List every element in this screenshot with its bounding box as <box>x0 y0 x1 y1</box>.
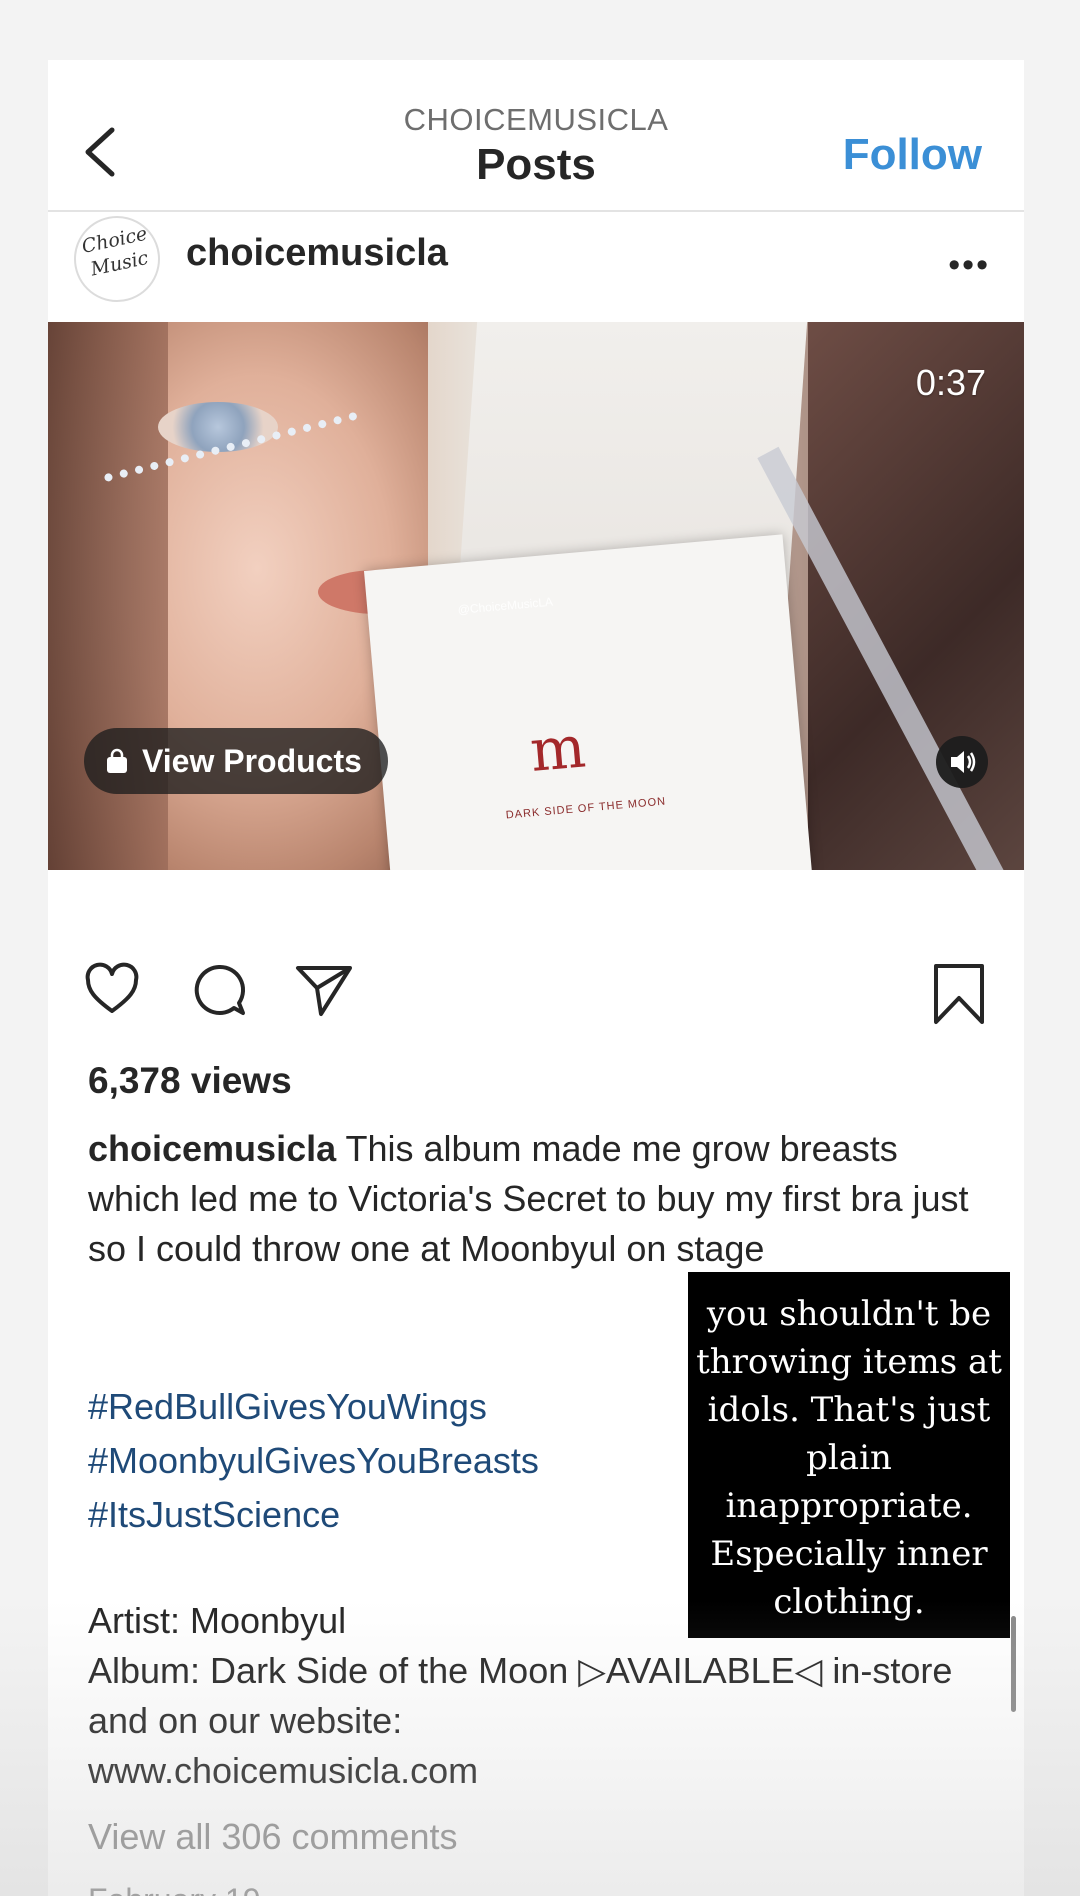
hashtag-link[interactable]: #MoonbyulGivesYouBreasts <box>88 1434 539 1488</box>
top-bar: CHOICEMUSICLA Posts Follow <box>48 60 1024 212</box>
album-subtitle: DARK SIDE OF THE MOON <box>505 795 667 822</box>
view-products-button[interactable]: View Products <box>84 728 388 794</box>
view-comments-link[interactable]: View all 306 comments <box>88 1816 458 1858</box>
scrollbar[interactable] <box>1011 1616 1016 1712</box>
share-send-icon[interactable] <box>294 962 354 1018</box>
view-count: 6,378 views <box>88 1060 292 1101</box>
view-products-label: View Products <box>142 742 362 779</box>
hashtag-link[interactable]: #RedBullGivesYouWings <box>88 1380 539 1434</box>
avatar[interactable]: Choice Music <box>74 216 160 302</box>
shopping-bag-icon <box>107 748 127 773</box>
post-date: February 19 <box>88 1882 261 1896</box>
more-options-icon[interactable]: ••• <box>948 246 990 285</box>
hashtag-link[interactable]: #ItsJustScience <box>88 1488 539 1542</box>
website-link[interactable]: www.choicemusicla.com <box>88 1746 988 1796</box>
like-heart-icon[interactable] <box>84 962 140 1018</box>
album-watermark: @ChoiceMusicLA <box>457 594 554 617</box>
hashtag-list: #RedBullGivesYouWings #MoonbyulGivesYouB… <box>88 1380 539 1542</box>
caption-username[interactable]: choicemusicla <box>88 1128 336 1169</box>
album-logo: m <box>527 712 589 786</box>
video-player[interactable]: @ChoiceMusicLA m DARK SIDE OF THE MOON 0… <box>48 322 1024 870</box>
story-text-overlay: you shouldn't be throwing items at idols… <box>688 1272 1010 1638</box>
instagram-screen: CHOICEMUSICLA Posts Follow Choice Music … <box>48 60 1024 1896</box>
avatar-logo: Choice Music <box>79 222 151 281</box>
sound-on-icon[interactable] <box>936 736 988 788</box>
follow-button[interactable]: Follow <box>843 130 982 180</box>
bookmark-save-icon[interactable] <box>930 962 988 1026</box>
comment-icon[interactable] <box>190 962 248 1020</box>
post-caption: choicemusicla This album made me grow br… <box>88 1124 988 1274</box>
video-duration: 0:37 <box>915 362 986 403</box>
post-username[interactable]: choicemusicla <box>186 232 448 275</box>
album-line: Album: Dark Side of the Moon ▷AVAILABLE◁… <box>88 1650 953 1741</box>
album-cover: @ChoiceMusicLA m DARK SIDE OF THE MOON <box>363 534 813 870</box>
